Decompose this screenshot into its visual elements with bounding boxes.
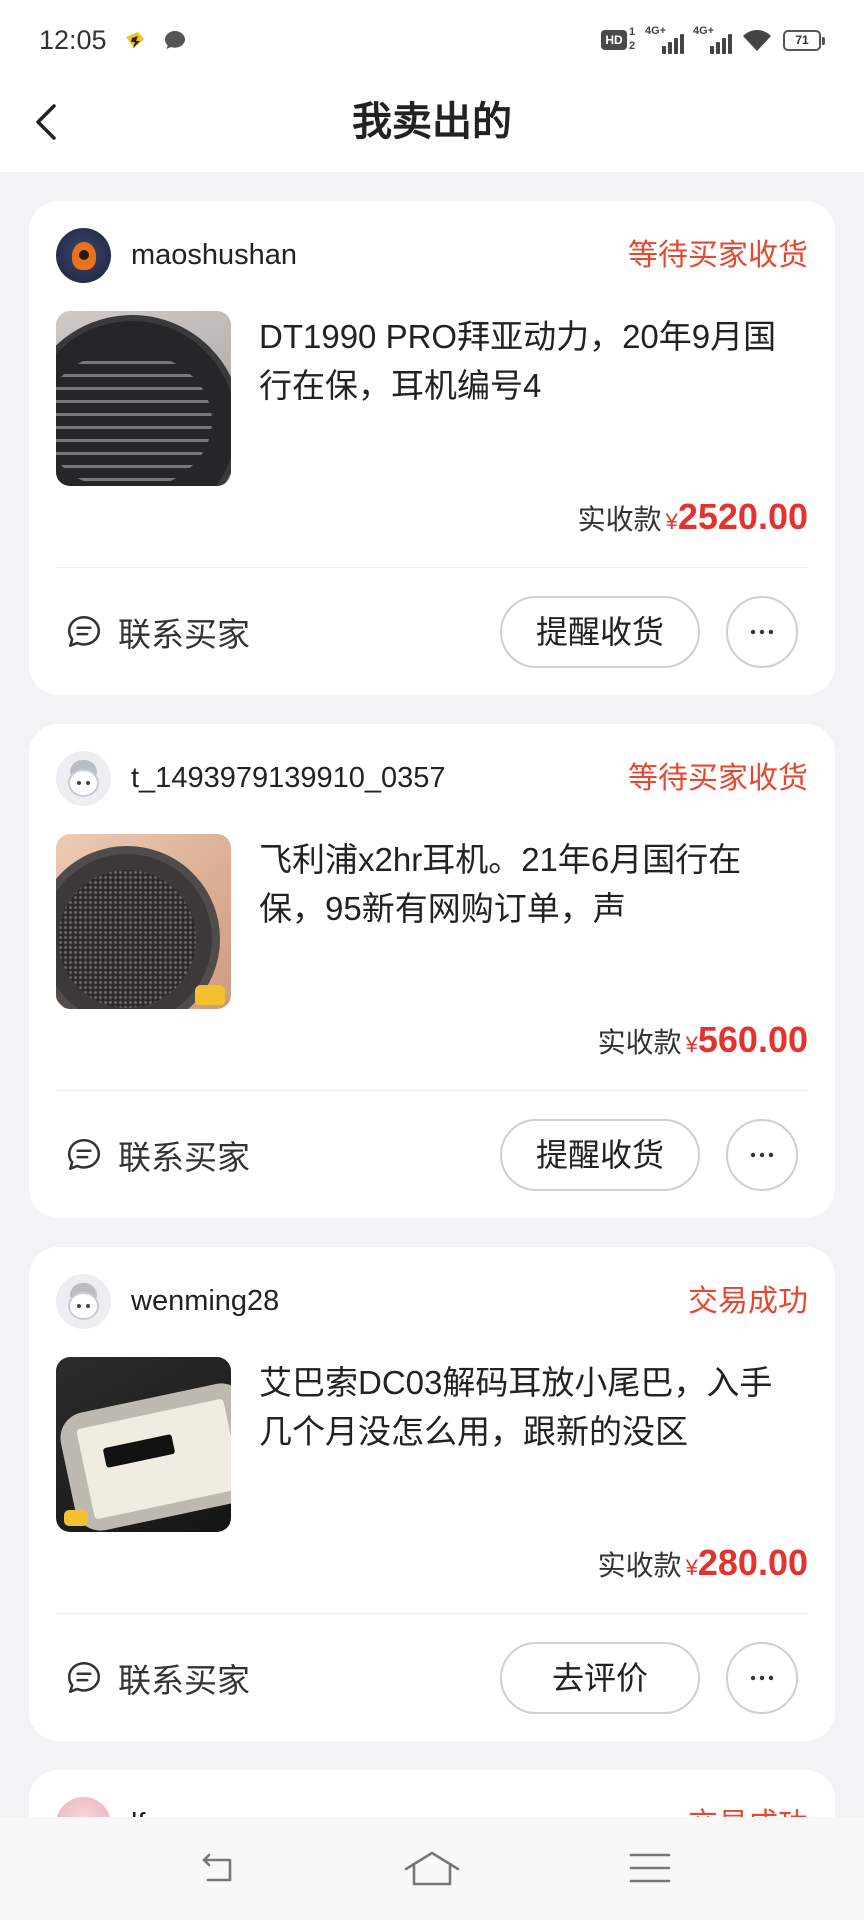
hd-voice-icon: HD: [601, 30, 627, 50]
price-label: 实收款: [577, 504, 662, 535]
notification-app-icon: [124, 29, 148, 51]
currency-symbol: ¥: [665, 509, 678, 534]
write-review-button[interactable]: 去评价: [500, 1642, 700, 1714]
menu-icon: [629, 1853, 671, 1883]
divider: [56, 567, 808, 568]
nav-back-button[interactable]: [194, 1845, 238, 1891]
price-row: 实收款 ¥280.00: [598, 1537, 808, 1589]
more-button[interactable]: [726, 1119, 798, 1191]
system-navigation-bar: [0, 1817, 864, 1920]
remind-receipt-button[interactable]: 提醒收货: [500, 1119, 700, 1191]
price-label: 实收款: [597, 1027, 682, 1058]
battery-icon: 71: [783, 30, 825, 51]
buyer-row: wenming28 交易成功: [56, 1274, 808, 1329]
buyer-name[interactable]: t_1493979139910_0357: [131, 751, 446, 806]
contact-buyer-button[interactable]: 联系买家: [65, 1119, 250, 1191]
network-type-1: 4G+: [645, 25, 667, 37]
order-status: 等待买家收货: [628, 762, 808, 795]
more-button[interactable]: [726, 596, 798, 668]
price-amount: 280.00: [697, 1542, 808, 1583]
product-image[interactable]: [56, 311, 231, 486]
contact-buyer-label: 联系买家: [118, 1139, 250, 1176]
currency-symbol: ¥: [685, 1555, 698, 1580]
product-title[interactable]: DT1990 PRO拜亚动力，20年9月国行在保，耳机编号4: [259, 312, 787, 410]
chat-icon: [67, 615, 101, 647]
price-row: 实收款 ¥560.00: [598, 1014, 808, 1066]
status-bar: 12:05 HD 1 2 4G+ 4G+ 71: [0, 0, 864, 78]
wifi-icon: [742, 29, 772, 53]
buyer-name[interactable]: wenming28: [131, 1274, 279, 1329]
buyer-name[interactable]: maoshushan: [131, 228, 297, 283]
price-row: 实收款 ¥2520.00: [578, 491, 808, 543]
contact-buyer-button[interactable]: 联系买家: [65, 1642, 250, 1714]
sim-index-1: 1: [629, 26, 636, 38]
product-title[interactable]: 艾巴索DC03解码耳放小尾巴，入手几个月没怎么用，跟新的没区: [259, 1358, 787, 1456]
chat-icon: [67, 1661, 101, 1693]
top-area: 12:05 HD 1 2 4G+ 4G+ 71 我卖出的: [0, 0, 864, 172]
price-label: 实收款: [597, 1550, 682, 1581]
nav-menu-button[interactable]: [627, 1845, 673, 1891]
divider: [56, 1090, 808, 1091]
nav-home-button[interactable]: [402, 1845, 462, 1891]
product-title[interactable]: 飞利浦x2hr耳机。21年6月国行在保，95新有网购订单，声: [259, 835, 787, 933]
more-icon: [750, 629, 774, 635]
buyer-avatar[interactable]: [56, 751, 111, 806]
currency-symbol: ¥: [685, 1032, 698, 1057]
buyer-avatar[interactable]: [56, 1274, 111, 1329]
chat-icon: [67, 1138, 101, 1170]
buyer-row: maoshushan 等待买家收货: [56, 228, 808, 283]
page-title: 我卖出的: [352, 100, 512, 144]
price-amount: 560.00: [697, 1019, 808, 1060]
network-type-2: 4G+: [693, 25, 715, 37]
status-time: 12:05: [39, 25, 107, 55]
message-icon: [163, 29, 187, 51]
back-icon: [202, 1853, 232, 1882]
order-card[interactable]: t_1493979139910_0357 等待买家收货 飞利浦x2hr耳机。21…: [29, 724, 835, 1218]
product-image[interactable]: [56, 834, 231, 1009]
signal-icon: 4G+: [693, 26, 733, 54]
more-button[interactable]: [726, 1642, 798, 1714]
more-icon: [750, 1152, 774, 1158]
more-icon: [750, 1675, 774, 1681]
product-image[interactable]: [56, 1357, 231, 1532]
price-amount: 2520.00: [677, 496, 808, 537]
order-card[interactable]: wenming28 交易成功 艾巴索DC03解码耳放小尾巴，入手几个月没怎么用，…: [29, 1247, 835, 1741]
remind-receipt-button[interactable]: 提醒收货: [500, 596, 700, 668]
buyer-avatar[interactable]: [56, 228, 111, 283]
order-status: 交易成功: [688, 1285, 808, 1318]
contact-buyer-button[interactable]: 联系买家: [65, 596, 250, 668]
divider: [56, 1613, 808, 1614]
order-status: 等待买家收货: [628, 239, 808, 272]
signal-icon: 4G+: [645, 26, 685, 54]
home-icon: [404, 1851, 460, 1886]
contact-buyer-label: 联系买家: [118, 616, 250, 653]
order-card[interactable]: maoshushan 等待买家收货 DT1990 PRO拜亚动力，20年9月国行…: [29, 201, 835, 695]
contact-buyer-label: 联系买家: [118, 1662, 250, 1699]
header: 我卖出的: [0, 78, 864, 172]
sim-index-2: 2: [629, 40, 636, 52]
buyer-row: t_1493979139910_0357 等待买家收货: [56, 751, 808, 806]
